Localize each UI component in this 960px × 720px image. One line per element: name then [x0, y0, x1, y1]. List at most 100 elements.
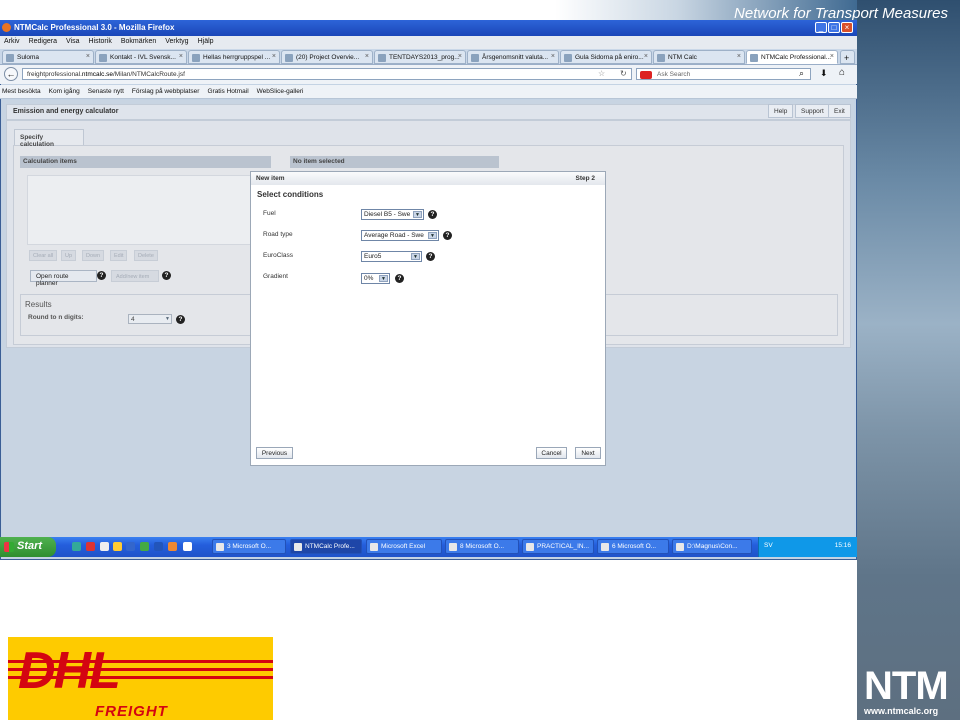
- menu-historik[interactable]: Historik: [88, 38, 111, 45]
- delete-button[interactable]: Delete: [134, 250, 158, 261]
- maximize-button[interactable]: □: [828, 22, 840, 33]
- tab-project-overview[interactable]: (20) Project Overvie... ×: [281, 50, 373, 64]
- menu-hjalp[interactable]: Hjälp: [198, 38, 214, 45]
- chevron-down-icon: ▼: [165, 316, 170, 322]
- close-icon[interactable]: ×: [644, 53, 648, 60]
- close-icon[interactable]: ×: [365, 53, 369, 60]
- help-question-icon[interactable]: ?: [426, 252, 435, 261]
- quicklaunch-icon[interactable]: [168, 542, 177, 551]
- page-icon: [99, 54, 107, 62]
- quicklaunch-icon[interactable]: [86, 542, 95, 551]
- tab-hellas[interactable]: Hellas herrgruppspel ... ×: [188, 50, 280, 64]
- clear-all-button[interactable]: Clear all: [29, 250, 58, 261]
- tab-kontakt[interactable]: Kontakt - IVL Svensk... ×: [95, 50, 187, 64]
- previous-button[interactable]: Previous: [256, 447, 293, 459]
- minimize-button[interactable]: _: [815, 22, 827, 33]
- tab-ntm-calc[interactable]: NTM Calc ×: [653, 50, 745, 64]
- quicklaunch-icon[interactable]: [126, 542, 135, 551]
- taskbar-item-pdf[interactable]: PRACTICAL_IN...: [522, 539, 594, 554]
- help-button[interactable]: Help: [768, 104, 794, 118]
- taskbar-item-powerpoint[interactable]: 6 Microsoft O...: [597, 539, 669, 554]
- taskbar-item-word[interactable]: 8 Microsoft O...: [445, 539, 519, 554]
- support-button[interactable]: Support: [795, 104, 830, 118]
- gradient-label: Gradient: [263, 273, 288, 280]
- window-titlebar: NTMCalc Professional 3.0 - Mozilla Firef…: [0, 20, 857, 36]
- bookmark-webslice[interactable]: WebSlice-galleri: [257, 88, 304, 95]
- tab-specify-calculation[interactable]: Specify calculation: [14, 129, 84, 148]
- close-icon[interactable]: ×: [272, 53, 276, 60]
- page-icon: [750, 54, 758, 62]
- add-new-item-button[interactable]: Add/new item: [111, 270, 159, 282]
- menu-redigera[interactable]: Redigera: [29, 38, 57, 45]
- calculation-items-list[interactable]: [27, 175, 252, 245]
- quicklaunch-icon[interactable]: [140, 542, 149, 551]
- help-question-icon[interactable]: ?: [176, 315, 185, 324]
- close-icon[interactable]: ×: [551, 53, 555, 60]
- open-route-planner-button[interactable]: Open route planner: [30, 270, 97, 287]
- new-tab-button[interactable]: +: [840, 50, 855, 64]
- start-button[interactable]: Start: [0, 537, 56, 557]
- tab-arsgenomsnitt[interactable]: Årsgenomsnitt valuta... ×: [467, 50, 559, 64]
- help-question-icon[interactable]: ?: [97, 271, 106, 280]
- close-icon[interactable]: ×: [458, 53, 462, 60]
- menu-bokmarken[interactable]: Bokmärken: [121, 38, 156, 45]
- star-icon[interactable]: ☆: [598, 69, 605, 78]
- download-icon[interactable]: ⬇: [820, 68, 828, 79]
- exit-button[interactable]: Exit: [828, 104, 851, 118]
- taskbar-item-excel[interactable]: Microsoft Excel: [366, 539, 442, 554]
- next-button[interactable]: Next: [575, 447, 601, 459]
- language-indicator[interactable]: SV: [764, 542, 773, 549]
- euroclass-select[interactable]: Euro5 ▼: [361, 251, 422, 262]
- fuel-select[interactable]: Diesel B5 - Swe ▼: [361, 209, 424, 220]
- search-input[interactable]: Ask Search: [636, 68, 811, 80]
- edit-button[interactable]: Edit: [110, 250, 128, 261]
- quicklaunch-folder-icon[interactable]: [113, 542, 122, 551]
- close-button[interactable]: ×: [841, 22, 853, 33]
- home-icon[interactable]: ⌂: [839, 67, 845, 78]
- quicklaunch-icon[interactable]: [183, 542, 192, 551]
- taskbar-item-outlook[interactable]: 3 Microsoft O...: [212, 539, 286, 554]
- dialog-heading: Select conditions: [257, 190, 324, 199]
- close-icon[interactable]: ×: [737, 53, 741, 60]
- bookmark-senaste-nytt[interactable]: Senaste nytt: [88, 88, 124, 95]
- bookmarks-bar: Mest besökta Kom igång Senaste nytt Förslag…: [0, 85, 857, 99]
- tab-gula-sidorna[interactable]: Gula Sidorna på eniro... ×: [560, 50, 652, 64]
- help-question-icon[interactable]: ?: [443, 231, 452, 240]
- close-icon[interactable]: ×: [179, 53, 183, 60]
- close-icon[interactable]: ×: [86, 53, 90, 60]
- bookmark-forslag[interactable]: Förslag på webbplatser: [132, 88, 200, 95]
- dhl-freight-text: FREIGHT: [95, 703, 168, 720]
- chevron-down-icon: ▼: [428, 232, 437, 239]
- close-icon[interactable]: ×: [830, 53, 834, 60]
- up-button[interactable]: Up: [61, 250, 77, 261]
- taskbar-item-ntmcalc[interactable]: NTMCalc Profe...: [290, 539, 362, 554]
- quicklaunch-word-icon[interactable]: [154, 542, 163, 551]
- down-button[interactable]: Down: [82, 250, 105, 261]
- search-icon[interactable]: ⌕: [799, 68, 804, 79]
- app-header: Emission and energy calculator: [6, 104, 851, 120]
- round-digits-select[interactable]: 4 ▼: [128, 314, 172, 324]
- tab-suloma[interactable]: Suloma ×: [2, 50, 94, 64]
- help-question-icon[interactable]: ?: [395, 274, 404, 283]
- bookmark-mest-besokta[interactable]: Mest besökta: [2, 88, 41, 95]
- road-type-select[interactable]: Average Road - Swe ▼: [361, 230, 439, 241]
- cancel-button[interactable]: Cancel: [536, 447, 567, 459]
- gradient-select[interactable]: 0% ▼: [361, 273, 390, 284]
- reload-icon[interactable]: ↻: [620, 69, 627, 78]
- address-bar[interactable]: freightprofessional.ntmcalc.se/Milan/NTM…: [22, 68, 632, 80]
- menu-arkiv[interactable]: Arkiv: [4, 38, 20, 45]
- quicklaunch-icon[interactable]: [100, 542, 109, 551]
- bookmark-kom-igang[interactable]: Kom igång: [49, 88, 80, 95]
- help-question-icon[interactable]: ?: [162, 271, 171, 280]
- back-arrow-icon[interactable]: ←: [4, 67, 18, 81]
- taskbar-item-explorer[interactable]: D:\Magnus\Con...: [672, 539, 752, 554]
- quicklaunch-excel-icon[interactable]: [72, 542, 81, 551]
- menu-verktyg[interactable]: Verktyg: [165, 38, 188, 45]
- menu-visa[interactable]: Visa: [66, 38, 80, 45]
- help-question-icon[interactable]: ?: [428, 210, 437, 219]
- clock[interactable]: 15:16: [835, 542, 851, 549]
- tab-ntmcalc-professional[interactable]: NTMCalc Professional... ×: [746, 50, 838, 64]
- page-icon: [6, 54, 14, 62]
- bookmark-gratis-hotmail[interactable]: Gratis Hotmail: [207, 88, 248, 95]
- tab-tentdays[interactable]: TENTDAYS2013_prog... ×: [374, 50, 466, 64]
